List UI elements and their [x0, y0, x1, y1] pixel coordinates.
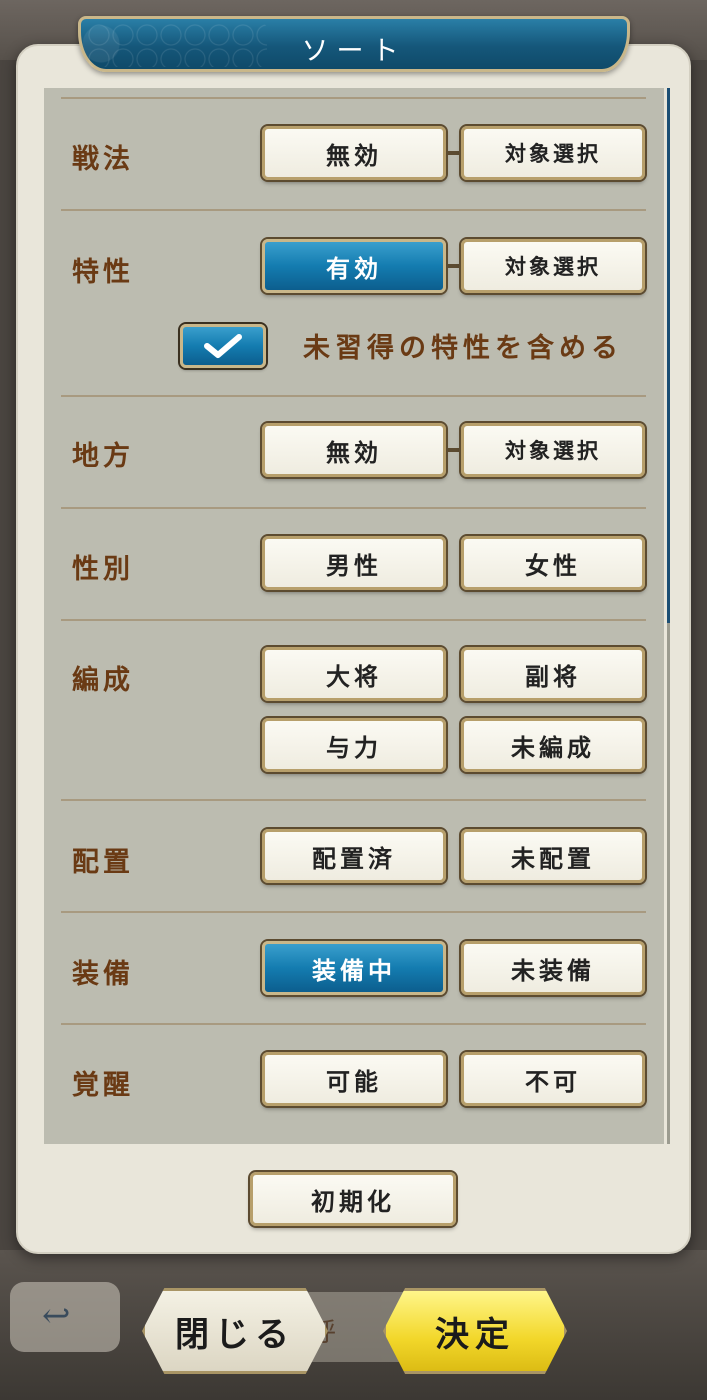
divider: [61, 1023, 646, 1025]
divider: [61, 209, 646, 211]
row-label-placement: 配置: [72, 847, 134, 878]
equipment-equipped-button[interactable]: 装備中: [262, 941, 446, 995]
include-unlearned-traits-checkbox[interactable]: [180, 324, 266, 368]
region-disabled-button[interactable]: 無効: [262, 423, 446, 477]
button-connector: [446, 264, 462, 268]
reset-button[interactable]: 初期化: [250, 1172, 456, 1226]
divider: [61, 619, 646, 621]
formation-general-button[interactable]: 大将: [262, 647, 446, 701]
scrollbar-thumb[interactable]: [667, 88, 670, 623]
gender-male-button[interactable]: 男性: [262, 536, 446, 590]
equipment-unequipped-button[interactable]: 未装備: [461, 941, 645, 995]
placement-placed-button[interactable]: 配置済: [262, 829, 446, 883]
gender-female-button[interactable]: 女性: [461, 536, 645, 590]
title-banner: ソート: [78, 16, 630, 72]
row-label-tactics: 戦法: [72, 144, 134, 175]
region-select-target-button[interactable]: 対象選択: [461, 423, 645, 477]
button-connector: [446, 151, 462, 155]
row-label-equipment: 装備: [72, 959, 134, 990]
divider: [61, 395, 646, 397]
row-label-formation: 編成: [72, 665, 134, 696]
formation-retainer-button[interactable]: 与力: [262, 718, 446, 772]
traits-select-target-button[interactable]: 対象選択: [461, 239, 645, 293]
formation-unassigned-button[interactable]: 未編成: [461, 718, 645, 772]
tactics-select-target-button[interactable]: 対象選択: [461, 126, 645, 180]
awakening-impossible-button[interactable]: 不可: [461, 1052, 645, 1106]
decide-button[interactable]: 決定: [383, 1288, 567, 1374]
tactics-disabled-button[interactable]: 無効: [262, 126, 446, 180]
include-unlearned-traits-label: 未習得の特性を含める: [303, 333, 623, 364]
divider: [61, 97, 646, 99]
checkmark-icon: [204, 334, 242, 358]
divider: [61, 507, 646, 509]
button-connector: [446, 448, 462, 452]
back-arrow-icon: ↩: [42, 1296, 71, 1336]
traits-enabled-button[interactable]: 有効: [262, 239, 446, 293]
awakening-possible-button[interactable]: 可能: [262, 1052, 446, 1106]
row-label-region: 地方: [72, 441, 134, 472]
row-label-traits: 特性: [72, 257, 134, 288]
divider: [61, 799, 646, 801]
row-label-awakening: 覚醒: [72, 1070, 134, 1101]
formation-vice-general-button[interactable]: 副将: [461, 647, 645, 701]
divider: [61, 911, 646, 913]
background-back-button: ↩: [10, 1282, 120, 1352]
close-button[interactable]: 閉じる: [142, 1288, 328, 1374]
placement-unplaced-button[interactable]: 未配置: [461, 829, 645, 883]
dialog-title: ソート: [301, 36, 407, 67]
row-label-gender: 性別: [72, 554, 134, 585]
